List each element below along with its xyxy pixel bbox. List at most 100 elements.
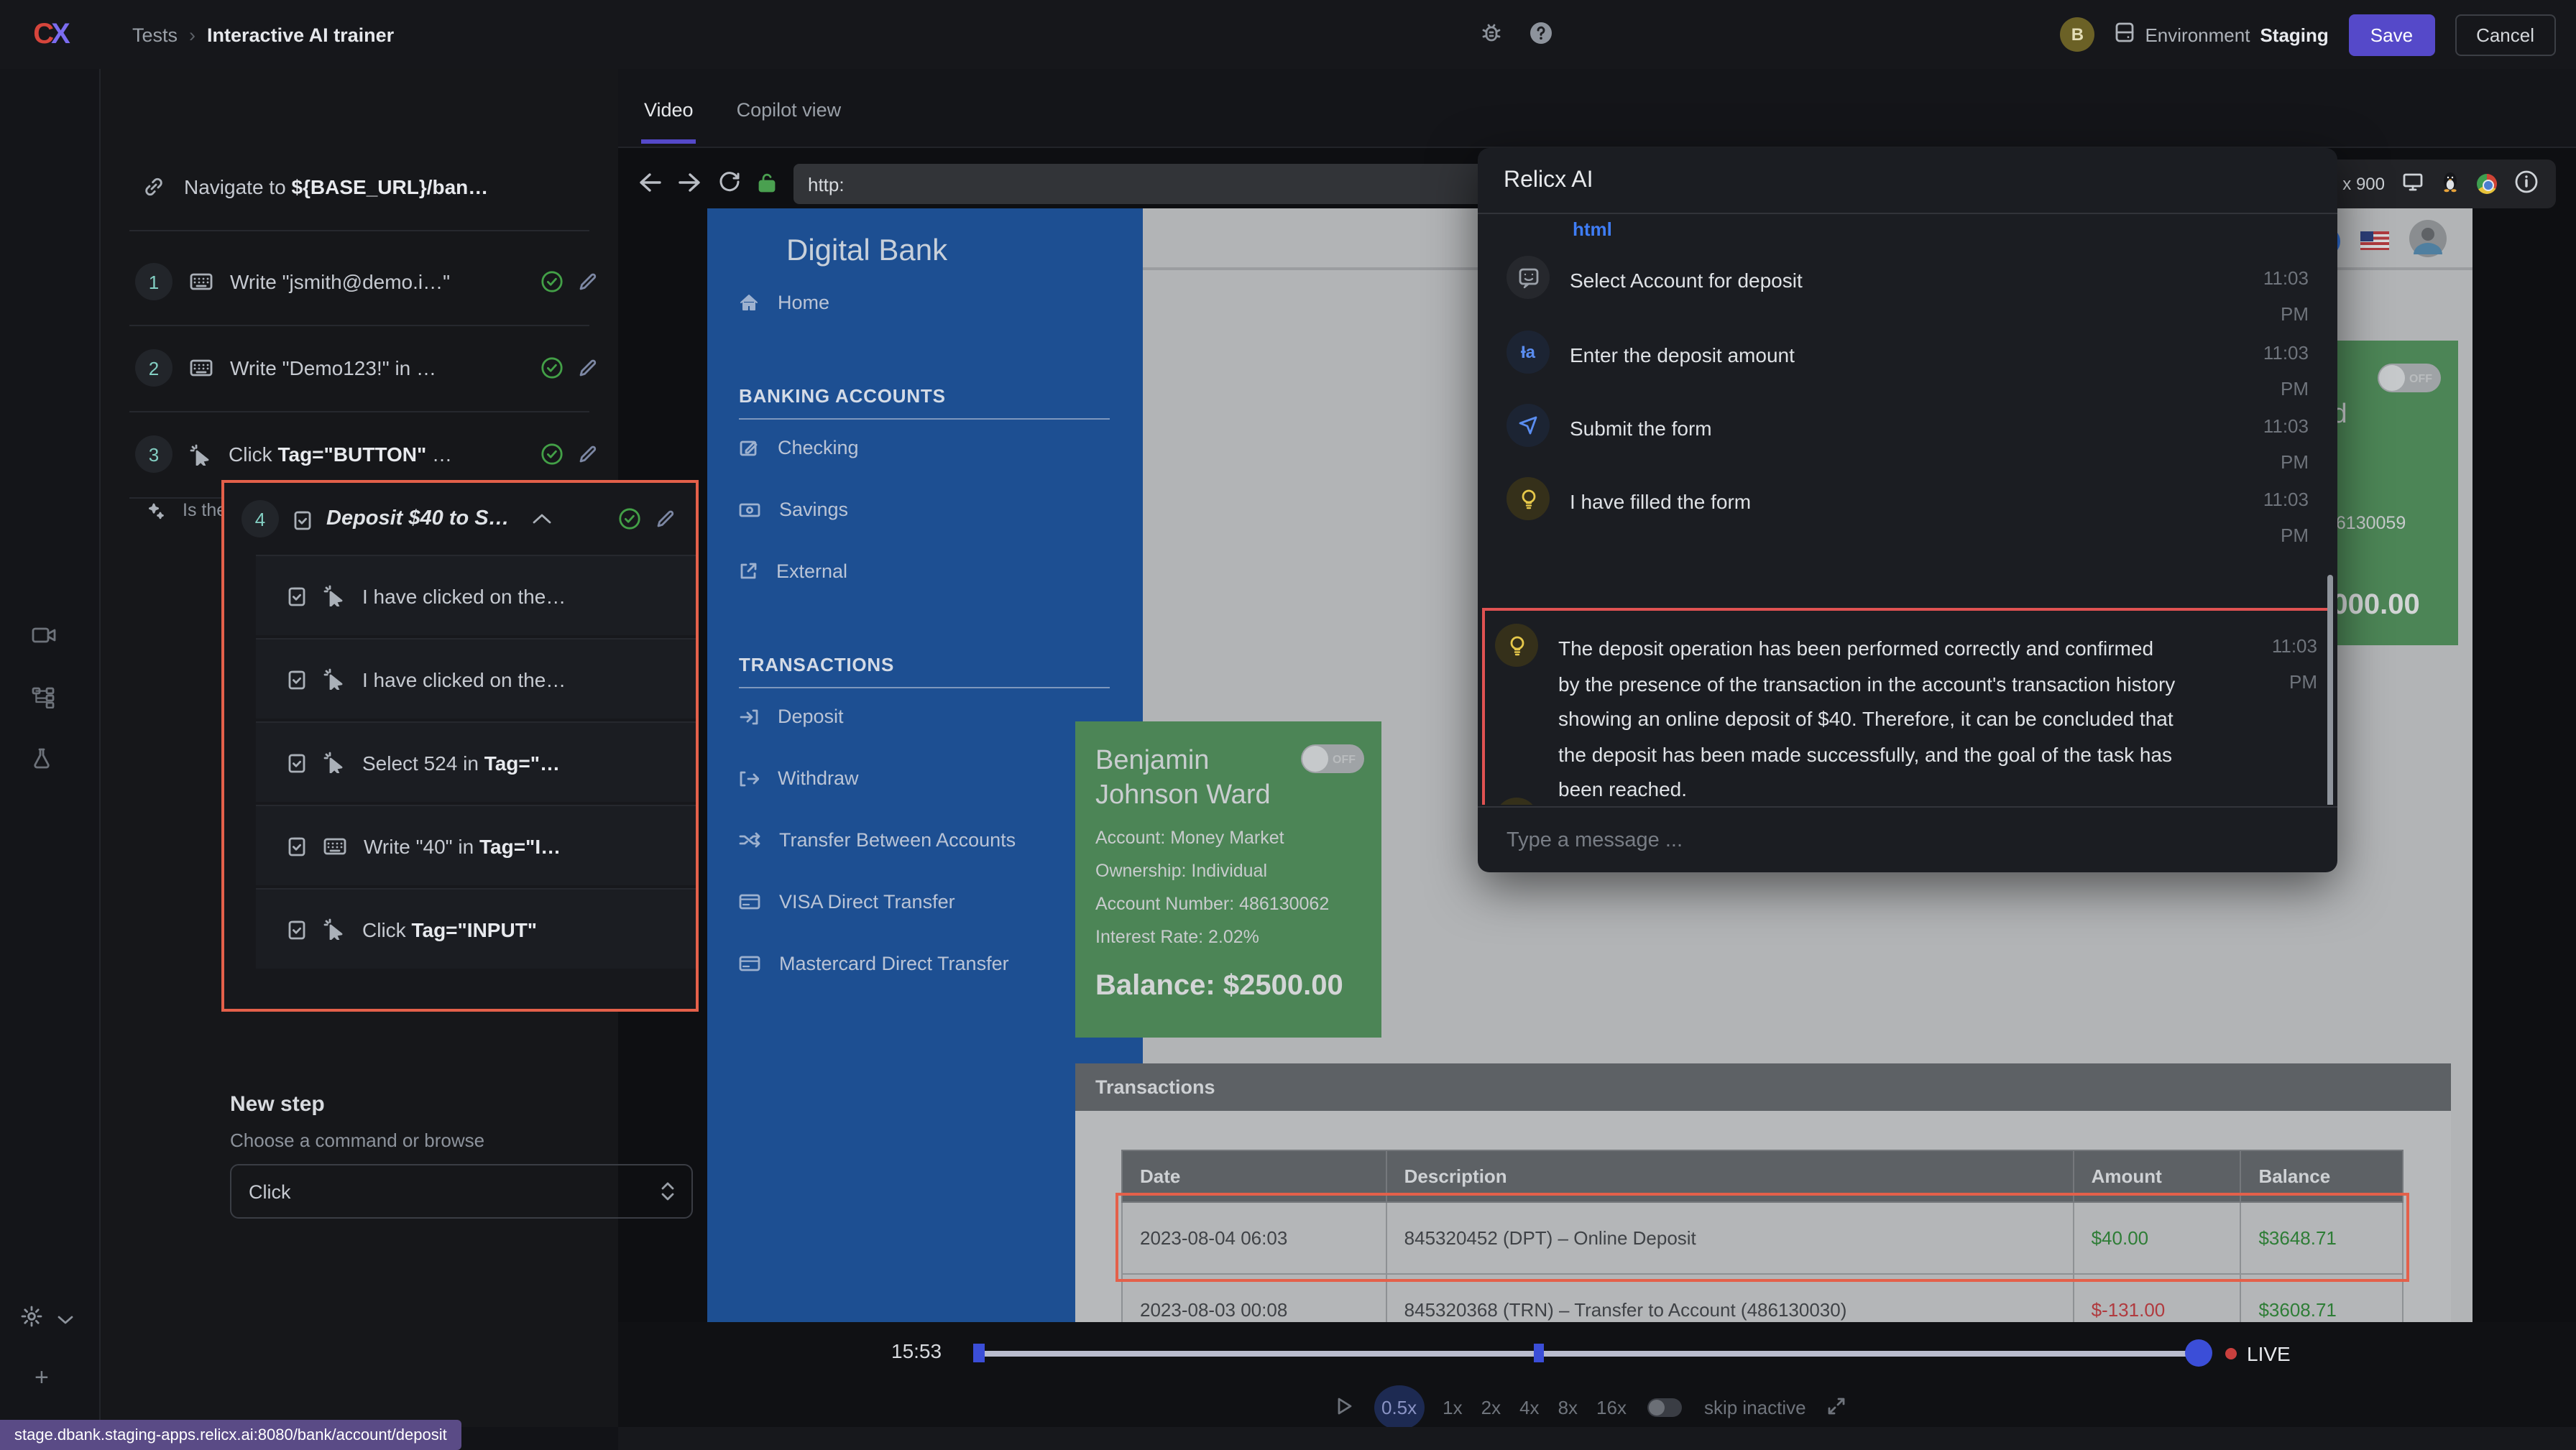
command-select[interactable]: Click xyxy=(230,1164,693,1219)
cash-icon xyxy=(739,502,760,517)
bank-nav-item[interactable]: VISA Direct Transfer xyxy=(739,891,1127,913)
timeline-track[interactable] xyxy=(975,1351,2205,1357)
bank-nav-item[interactable]: Deposit xyxy=(739,706,1127,727)
video-camera-icon[interactable] xyxy=(32,627,56,648)
card-balance: Balance: $2500.00 xyxy=(1095,969,1361,1002)
card-holder-name: Benjamin Johnson Ward xyxy=(1095,744,1297,813)
bank-nav-label: VISA Direct Transfer xyxy=(779,891,955,913)
tab-video[interactable]: Video xyxy=(641,73,696,143)
sub-step-row[interactable]: Click Tag="INPUT" xyxy=(256,888,696,969)
chat-message: Select Account for deposit 11:03PM xyxy=(1506,256,2309,333)
bank-nav-label: Savings xyxy=(779,499,848,520)
flask-icon[interactable] xyxy=(32,747,52,773)
send-cursor-icon xyxy=(1506,404,1550,447)
breadcrumb-separator: › xyxy=(189,24,196,45)
speed-2x[interactable]: 2x xyxy=(1481,1397,1501,1418)
account-card[interactable]: OFF Benjamin Johnson Ward Account: Money… xyxy=(1075,721,1381,1038)
speed-8x[interactable]: 8x xyxy=(1558,1397,1578,1418)
plus-icon[interactable]: + xyxy=(34,1364,49,1393)
chat-message-text: Submit the form xyxy=(1570,404,1712,481)
sparkle-icon xyxy=(147,501,165,519)
speed-0.5x[interactable]: 0.5x xyxy=(1374,1385,1424,1430)
cursor-click-icon xyxy=(323,752,345,773)
pencil-icon[interactable] xyxy=(578,272,598,292)
step-label: Write "Demo123!" in … xyxy=(230,356,436,379)
sub-step-row[interactable]: I have clicked on the… xyxy=(256,555,696,635)
chat-message-list[interactable]: html Select Account for deposit 11:03PM … xyxy=(1478,216,2337,805)
bug-icon[interactable] xyxy=(1481,21,1502,48)
pencil-icon[interactable] xyxy=(578,358,598,378)
us-flag-icon[interactable] xyxy=(2360,231,2389,250)
view-tabs: Video Copilot view xyxy=(618,69,2576,148)
bank-nav-item[interactable]: Withdraw xyxy=(739,767,1127,789)
refresh-icon[interactable] xyxy=(719,171,740,197)
environment-label: Environment xyxy=(2145,24,2250,45)
back-icon[interactable] xyxy=(638,172,661,196)
bulb-icon xyxy=(1495,624,1538,667)
cx-logo-icon[interactable]: CX xyxy=(0,18,101,51)
cancel-button[interactable]: Cancel xyxy=(2455,14,2556,55)
test-step-row[interactable]: 1 Write "jsmith@demo.i…" xyxy=(101,244,618,319)
bank-nav-label: Checking xyxy=(778,437,859,458)
pencil-icon[interactable] xyxy=(578,444,598,464)
navigate-step[interactable]: Navigate to ${BASE_URL}/ban… xyxy=(101,155,618,218)
step-number-badge: 3 xyxy=(135,435,172,473)
chat-message-text: The deposit operation has been performed… xyxy=(1558,624,2179,805)
cursor-click-icon xyxy=(323,668,345,690)
bank-nav-item[interactable]: Mastercard Direct Transfer xyxy=(739,953,1127,974)
chat-scrollbar[interactable] xyxy=(2327,575,2333,805)
bank-nav-item[interactable]: External xyxy=(739,560,1127,582)
expand-icon[interactable] xyxy=(1828,1396,1846,1419)
unlock-icon xyxy=(758,172,776,196)
clipboard-check-icon xyxy=(288,835,306,856)
skip-inactive-toggle[interactable] xyxy=(1648,1398,1683,1417)
sub-step-label: Write "40" in Tag="I… xyxy=(364,834,561,857)
chat-input[interactable]: Type a message ... xyxy=(1478,806,2337,872)
step-group-header[interactable]: 4 Deposit $40 to S… xyxy=(224,483,696,555)
navigate-step-label: Navigate to ${BASE_URL}/ban… xyxy=(184,175,488,198)
environment-selector[interactable]: Environment Staging xyxy=(2115,22,2328,47)
timeline-start-marker[interactable] xyxy=(973,1344,985,1362)
forward-icon[interactable] xyxy=(678,172,702,196)
play-icon[interactable] xyxy=(1337,1396,1353,1419)
bank-avatar[interactable] xyxy=(2409,220,2447,262)
bank-nav-item[interactable]: Home xyxy=(739,292,1127,313)
chevron-down-icon[interactable] xyxy=(58,1308,73,1329)
timeline-thumb[interactable] xyxy=(2185,1339,2212,1367)
bank-nav-label: Home xyxy=(778,292,829,313)
bank-nav-item[interactable]: Transfer Between Accounts xyxy=(739,829,1127,851)
breadcrumb-tests[interactable]: Tests xyxy=(132,24,178,45)
chat-message: Ɨa Enter the deposit amount 11:03PM xyxy=(1506,331,2309,407)
bank-nav-section: BANKING ACCOUNTS xyxy=(739,385,1110,420)
info-icon[interactable] xyxy=(2514,170,2539,198)
speed-1x[interactable]: 1x xyxy=(1443,1397,1462,1418)
test-step-row[interactable]: 2 Write "Demo123!" in … xyxy=(101,331,618,405)
bank-nav-label: Transfer Between Accounts xyxy=(779,829,1016,851)
bank-nav-item[interactable]: Checking xyxy=(739,437,1127,458)
bank-nav-section: TRANSACTIONS xyxy=(739,654,1110,688)
speed-4x[interactable]: 4x xyxy=(1519,1397,1539,1418)
speed-16x[interactable]: 16x xyxy=(1596,1397,1627,1418)
sub-step-row[interactable]: Write "40" in Tag="I… xyxy=(256,805,696,885)
chat-message-text: Select Account for deposit xyxy=(1570,256,1803,333)
step-number-badge: 4 xyxy=(242,500,279,537)
clipboard-check-icon xyxy=(288,668,306,690)
bank-nav-item[interactable]: Savings xyxy=(739,499,1127,520)
avatar[interactable]: B xyxy=(2060,17,2094,52)
sub-step-row[interactable]: I have clicked on the… xyxy=(256,638,696,719)
keyboard-icon xyxy=(323,837,346,854)
pencil-icon[interactable] xyxy=(656,509,676,529)
sub-step-label: Select 524 in Tag="… xyxy=(362,751,560,774)
flow-tree-icon[interactable] xyxy=(32,687,55,713)
gear-icon[interactable] xyxy=(20,1305,43,1332)
card-toggle-off[interactable]: OFF xyxy=(1301,744,1364,773)
sub-step-row[interactable]: Select 524 in Tag="… xyxy=(256,721,696,802)
timeline-mid-marker[interactable] xyxy=(1534,1344,1544,1362)
help-icon[interactable] xyxy=(1528,19,1554,50)
save-button[interactable]: Save xyxy=(2349,14,2434,55)
card-toggle-off[interactable]: OFF xyxy=(2378,364,2441,392)
link-icon xyxy=(144,177,164,197)
html-link[interactable]: html xyxy=(1573,218,1612,240)
chevron-up-icon[interactable] xyxy=(533,513,553,525)
tab-copilot-view[interactable]: Copilot view xyxy=(734,73,845,143)
